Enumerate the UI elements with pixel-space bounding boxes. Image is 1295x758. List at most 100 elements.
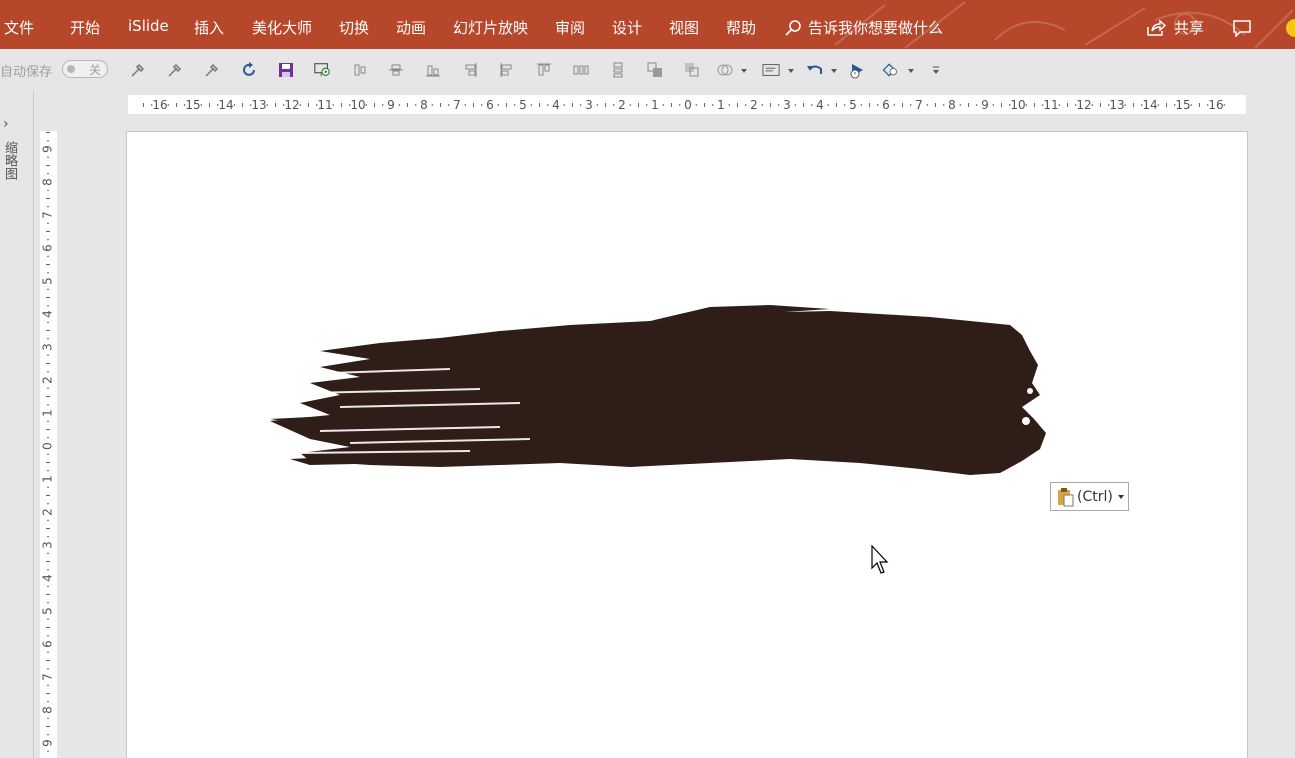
align-top-icon[interactable]: [535, 61, 553, 79]
ruler-tick-label: 3: [41, 343, 55, 351]
tab-design[interactable]: 设计: [612, 17, 642, 38]
tab-review[interactable]: 审阅: [555, 17, 585, 38]
ruler-tick-label: 13: [251, 98, 266, 112]
tab-view[interactable]: 视图: [669, 17, 699, 38]
align-right-icon[interactable]: [461, 61, 479, 79]
tab-file[interactable]: 文件: [4, 17, 34, 38]
ruler-tick-label: 13: [1109, 98, 1124, 112]
ruler-tick-label: 14: [218, 98, 233, 112]
ruler-tick-label: 9: [981, 98, 989, 112]
ruler-tick-label: 10: [1010, 98, 1025, 112]
ribbon-tab-bar: 文件 开始 iSlide 插入 美化大师 切换 动画 幻灯片放映 审阅 设计 视…: [0, 0, 1295, 49]
align-middle-icon[interactable]: [387, 61, 405, 79]
eyedropper-outline-icon[interactable]: [203, 61, 221, 79]
ruler-tick-label: 8: [41, 706, 55, 714]
ruler-tick-label: 1: [41, 475, 55, 483]
align-center-icon[interactable]: [351, 61, 369, 79]
tab-islide[interactable]: iSlide: [128, 17, 169, 35]
mouse-cursor-icon: [871, 545, 889, 574]
autosave-state: 关: [89, 63, 102, 77]
save-icon[interactable]: [277, 61, 295, 79]
vertical-ruler: 9 8 7 6 5 4 3 2 1 0 1 2 3 4 5 6 7 8 9: [40, 131, 57, 758]
ruler-tick-label: 3: [585, 98, 593, 112]
distribute-vertical-icon[interactable]: [609, 61, 627, 79]
merge-shapes-icon[interactable]: [716, 61, 734, 79]
ruler-tick-label: 8: [41, 178, 55, 186]
ruler-tick-label: 10: [350, 98, 365, 112]
ruler-tick-label: 5: [519, 98, 527, 112]
share-icon: [1147, 18, 1166, 36]
thumbnail-pane[interactable]: › 缩略图: [0, 91, 34, 758]
ruler-tick-label: 9: [41, 145, 55, 153]
align-left-icon[interactable]: [498, 61, 516, 79]
ruler-tick-label: 4: [552, 98, 560, 112]
tab-transitions[interactable]: 切换: [339, 17, 369, 38]
eyedropper-text-icon[interactable]: [166, 61, 184, 79]
ruler-tick-label: 1: [717, 98, 725, 112]
toggle-knob: [67, 65, 75, 73]
ruler-tick-label: 11: [1043, 98, 1058, 112]
ruler-tick-label: 5: [41, 607, 55, 615]
ruler-tick-label: 2: [41, 376, 55, 384]
tab-beautify[interactable]: 美化大师: [252, 17, 312, 38]
ruler-tick-label: 7: [915, 98, 923, 112]
ruler-tick-label: 5: [849, 98, 857, 112]
ruler-tick-label: 8: [420, 98, 428, 112]
ruler-tick-label: 9: [387, 98, 395, 112]
tell-me-box[interactable]: 告诉我你想要做什么: [784, 17, 943, 38]
ruler-tick-label: 6: [41, 244, 55, 252]
send-backward-icon[interactable]: [683, 61, 701, 79]
ruler-tick-label: 16: [152, 98, 167, 112]
tell-me-label: 告诉我你想要做什么: [808, 19, 944, 37]
ruler-tick-label: 11: [317, 98, 332, 112]
expand-chevron-icon[interactable]: ›: [3, 116, 9, 132]
redo-icon[interactable]: [240, 61, 258, 79]
ruler-tick-label: 14: [1142, 98, 1157, 112]
ruler-tick-label: 1: [41, 409, 55, 417]
text-box-dropdown-icon[interactable]: [788, 69, 794, 73]
tab-insert[interactable]: 插入: [194, 17, 224, 38]
ruler-tick-label: 2: [618, 98, 626, 112]
ruler-tick-label: 7: [41, 211, 55, 219]
thumbnail-pane-label: 缩略图: [2, 141, 17, 180]
distribute-horizontal-icon[interactable]: [572, 61, 590, 79]
ruler-tick-label: 7: [453, 98, 461, 112]
paste-options-button[interactable]: (Ctrl): [1050, 482, 1129, 511]
rehearse-timings-icon[interactable]: [849, 61, 867, 79]
shapes-icon[interactable]: [881, 61, 899, 79]
ruler-tick-label: 3: [783, 98, 791, 112]
brush-stroke-shape[interactable]: [270, 303, 1050, 483]
undo-dropdown-icon[interactable]: [831, 69, 837, 73]
share-button[interactable]: 共享: [1146, 17, 1204, 38]
autosave-toggle[interactable]: 关: [62, 60, 108, 78]
tab-help[interactable]: 帮助: [726, 17, 756, 38]
ruler-tick-label: 7: [41, 673, 55, 681]
tab-animations[interactable]: 动画: [396, 17, 426, 38]
merge-shapes-dropdown-icon[interactable]: [741, 69, 747, 73]
align-bottom-icon[interactable]: [424, 61, 442, 79]
slideshow-from-start-icon[interactable]: [313, 61, 331, 79]
shapes-dropdown-icon[interactable]: [908, 69, 914, 73]
customize-toolbar-icon[interactable]: [927, 61, 945, 79]
eyedropper-icon[interactable]: [129, 61, 147, 79]
ruler-tick-label: 12: [284, 98, 299, 112]
text-box-icon[interactable]: [762, 61, 780, 79]
ruler-tick-label: 2: [750, 98, 758, 112]
ruler-tick-label: 2: [41, 508, 55, 516]
ruler-tick-label: 3: [41, 541, 55, 549]
bring-forward-icon[interactable]: [646, 61, 664, 79]
share-label: 共享: [1174, 19, 1205, 37]
comment-icon[interactable]: [1232, 19, 1252, 37]
ruler-tick-label: 0: [41, 442, 55, 450]
clipboard-icon: [1058, 487, 1074, 506]
autosave-label: 自动保存: [0, 65, 53, 80]
tab-slideshow[interactable]: 幻灯片放映: [453, 17, 528, 38]
ruler-tick-label: 6: [486, 98, 494, 112]
tab-home[interactable]: 开始: [70, 17, 100, 38]
ruler-tick-label: 6: [41, 640, 55, 648]
ruler-tick-label: 15: [1175, 98, 1190, 112]
ruler-tick-label: 4: [41, 574, 55, 582]
ruler-tick-label: 5: [41, 277, 55, 285]
paste-options-label: (Ctrl): [1077, 488, 1113, 505]
undo-icon[interactable]: [806, 61, 824, 79]
